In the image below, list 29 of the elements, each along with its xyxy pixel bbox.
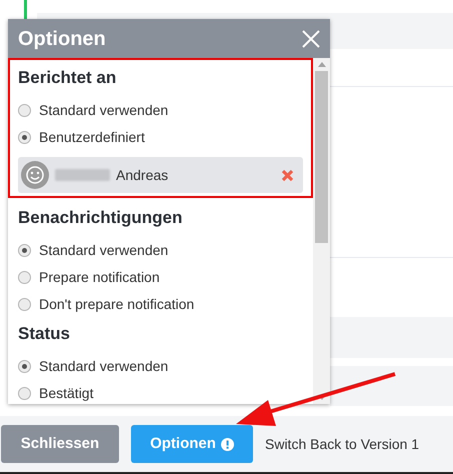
section-title: Berichtet an <box>18 67 118 89</box>
radio-label: Standard verwenden <box>39 100 168 120</box>
radio-button[interactable] <box>18 104 31 116</box>
scrollbar-thumb[interactable] <box>315 71 328 243</box>
radio-label: Standard verwenden <box>39 356 168 376</box>
dialog-title: Optionen <box>18 26 106 52</box>
close-button[interactable]: Schliessen <box>1 425 119 463</box>
radio-label: Benutzerdefiniert <box>39 128 145 146</box>
radio-button[interactable] <box>18 270 31 284</box>
assignee-name: Andreas <box>116 166 168 184</box>
switch-version-link[interactable]: Switch Back to Version 1 <box>265 434 420 454</box>
radio-button[interactable] <box>18 298 31 310</box>
radio-button[interactable] <box>18 244 31 256</box>
section-title: Status <box>18 323 71 345</box>
radio-button[interactable] <box>18 360 31 372</box>
exclamation-icon <box>220 438 234 450</box>
smiley-avatar-icon <box>21 161 49 189</box>
radio-label: Standard verwenden <box>39 240 168 260</box>
remove-icon[interactable] <box>281 168 294 182</box>
radio-label: Prepare notification <box>39 268 160 287</box>
radio-label: Don't prepare notification <box>39 294 194 314</box>
radio-button[interactable] <box>18 386 31 400</box>
options-button[interactable]: Optionen <box>131 425 253 463</box>
blurred-text <box>55 169 110 181</box>
radio-button[interactable] <box>18 130 31 144</box>
scroll-up-icon[interactable] <box>318 62 326 67</box>
close-icon[interactable] <box>302 30 320 48</box>
section-title: Benachrichtigungen <box>18 207 184 229</box>
radio-label: Bestätigt <box>39 384 94 403</box>
